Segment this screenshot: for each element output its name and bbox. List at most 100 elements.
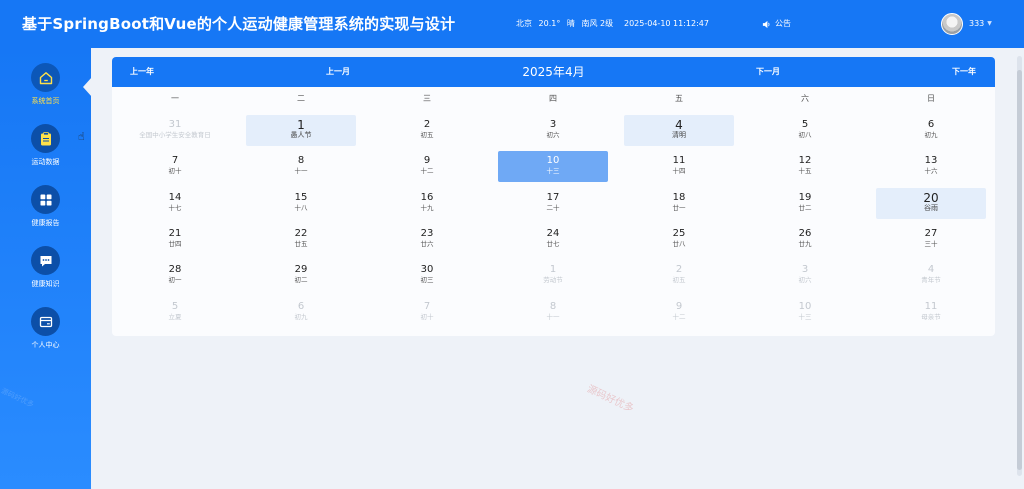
- day-number: 2: [423, 119, 431, 130]
- day-lunar-label: 廿九: [798, 239, 812, 248]
- calendar-day[interactable]: 6 初九: [876, 115, 986, 146]
- clipboard-icon: [40, 131, 51, 145]
- calendar-day[interactable]: 9 十二: [372, 151, 482, 182]
- sidebar-item-health-report[interactable]: 健康报告: [0, 185, 91, 241]
- calendar-day[interactable]: 12 十五: [750, 151, 860, 182]
- calendar-day[interactable]: 27 三十: [876, 224, 986, 255]
- calendar-day[interactable]: 25 廿八: [624, 224, 734, 255]
- day-lunar-label: 十七: [168, 203, 182, 212]
- day-lunar-label: 初六: [798, 276, 812, 285]
- day-lunar-label: 初五: [672, 276, 686, 285]
- day-lunar-label: 全国中小学生安全教育日: [139, 131, 211, 139]
- calendar-day[interactable]: 4 青年节: [876, 260, 986, 291]
- sidebar-item-label: 个人中心: [31, 341, 60, 349]
- weekday-label: 一: [171, 94, 179, 103]
- calendar-day[interactable]: 23 廿六: [372, 224, 482, 255]
- calendar-day[interactable]: 11 母亲节: [876, 297, 986, 328]
- day-lunar-label: 十五: [798, 167, 812, 176]
- calendar-day[interactable]: 13 十六: [876, 151, 986, 182]
- prev-month-button[interactable]: 上一月: [326, 57, 350, 87]
- calendar-day[interactable]: 8 十一: [246, 151, 356, 182]
- calendar-day[interactable]: 3 初六: [498, 115, 608, 146]
- current-datetime: 2025-04-10 11:12:47: [624, 19, 709, 28]
- day-lunar-label: 初二: [294, 276, 308, 285]
- calendar-day[interactable]: 16 十九: [372, 188, 482, 219]
- chat-icon: [40, 255, 51, 266]
- notice-button[interactable]: 公告: [762, 0, 791, 48]
- calendar-day[interactable]: 2 初五: [372, 115, 482, 146]
- day-number: 12: [798, 155, 812, 167]
- day-lunar-label: 廿八: [672, 239, 686, 248]
- day-lunar-label: 初九: [924, 131, 938, 139]
- day-lunar-label: 二十: [546, 203, 560, 212]
- day-number: 1: [297, 118, 305, 132]
- day-number: 20: [923, 190, 939, 205]
- scrollbar-thumb[interactable]: [1017, 70, 1022, 470]
- sidebar-item-home[interactable]: 系统首页: [0, 63, 91, 119]
- day-lunar-label: 十六: [924, 167, 938, 176]
- weekday-label: 六: [801, 94, 809, 103]
- user-menu[interactable]: 333 ▼: [969, 0, 992, 48]
- avatar[interactable]: [941, 13, 963, 35]
- calendar-day[interactable]: 18 廿一: [624, 188, 734, 219]
- day-number: 9: [675, 300, 683, 312]
- calendar-day[interactable]: 14 十七: [120, 188, 230, 219]
- day-lunar-label: 初九: [294, 312, 308, 321]
- notice-label: 公告: [775, 19, 791, 28]
- calendar-day[interactable]: 21 廿四: [120, 224, 230, 255]
- calendar-day[interactable]: 30 初三: [372, 260, 482, 291]
- calendar-day[interactable]: 7 初十: [372, 297, 482, 328]
- calendar-day[interactable]: 5 初八: [750, 115, 860, 146]
- sidebar-item-label: 运动数据: [31, 158, 60, 166]
- next-year-button[interactable]: 下一年: [952, 57, 976, 87]
- day-number: 11: [672, 155, 686, 167]
- next-month-button[interactable]: 下一月: [756, 57, 780, 87]
- calendar-day[interactable]: 1 愚人节: [246, 115, 356, 146]
- top-header: 基于SpringBoot和Vue的个人运动健康管理系统的实现与设计 北京 20.…: [0, 0, 1024, 48]
- calendar-day[interactable]: 5 立夏: [120, 297, 230, 328]
- day-lunar-label: 廿四: [168, 239, 182, 248]
- day-number: 10: [546, 155, 560, 167]
- day-number: 29: [294, 264, 308, 276]
- calendar-day[interactable]: 3 初六: [750, 260, 860, 291]
- sidebar: 系统首页 运动数据 健康报告 健康知识 个人中心 源码好优多: [0, 48, 92, 489]
- calendar-day[interactable]: 17 二十: [498, 188, 608, 219]
- calendar-day[interactable]: 11 十四: [624, 151, 734, 182]
- day-number: 21: [168, 227, 182, 239]
- sidebar-item-health-knowledge[interactable]: 健康知识: [0, 246, 91, 302]
- day-number: 8: [549, 300, 557, 312]
- day-number: 10: [798, 300, 812, 312]
- calendar-day[interactable]: 19 廿二: [750, 188, 860, 219]
- day-number: 6: [927, 119, 935, 130]
- day-number: 5: [801, 119, 809, 130]
- prev-year-button[interactable]: 上一年: [130, 57, 154, 87]
- calendar-header: 2025年4月 上一年 上一月 下一月 下一年: [112, 57, 995, 87]
- calendar-day[interactable]: 10 十三: [498, 151, 608, 183]
- day-lunar-label: 十三: [798, 312, 812, 321]
- calendar-day[interactable]: 24 廿七: [498, 224, 608, 255]
- calendar-day[interactable]: 15 十八: [246, 188, 356, 219]
- day-number: 1: [549, 264, 557, 276]
- calendar-day[interactable]: 4 清明: [624, 115, 734, 146]
- day-number: 4: [675, 118, 683, 132]
- calendar-day[interactable]: 8 十一: [498, 297, 608, 328]
- calendar-day[interactable]: 1 劳动节: [498, 260, 608, 291]
- day-number: 14: [168, 191, 182, 203]
- day-lunar-label: 初三: [420, 276, 434, 285]
- calendar-day[interactable]: 20 谷雨: [876, 187, 986, 219]
- calendar-day[interactable]: 2 初五: [624, 260, 734, 291]
- calendar-day[interactable]: 6 初九: [246, 297, 356, 328]
- calendar-day[interactable]: 22 廿五: [246, 224, 356, 255]
- calendar-day[interactable]: 7 初十: [120, 151, 230, 182]
- calendar-day[interactable]: 10 十三: [750, 297, 860, 328]
- calendar-day[interactable]: 31 全国中小学生安全教育日: [120, 115, 230, 146]
- sidebar-item-personal-center[interactable]: 个人中心: [0, 307, 91, 363]
- calendar-day[interactable]: 26 廿九: [750, 224, 860, 255]
- weather-info: 北京 20.1° 晴 南风 2级: [516, 0, 617, 48]
- calendar-day[interactable]: 9 十二: [624, 297, 734, 328]
- calendar-day[interactable]: 29 初二: [246, 260, 356, 291]
- day-lunar-label: 愚人节: [290, 131, 312, 139]
- calendar-day[interactable]: 28 初一: [120, 260, 230, 291]
- day-number: 11: [924, 300, 938, 312]
- day-lunar-label: 初十: [420, 312, 434, 321]
